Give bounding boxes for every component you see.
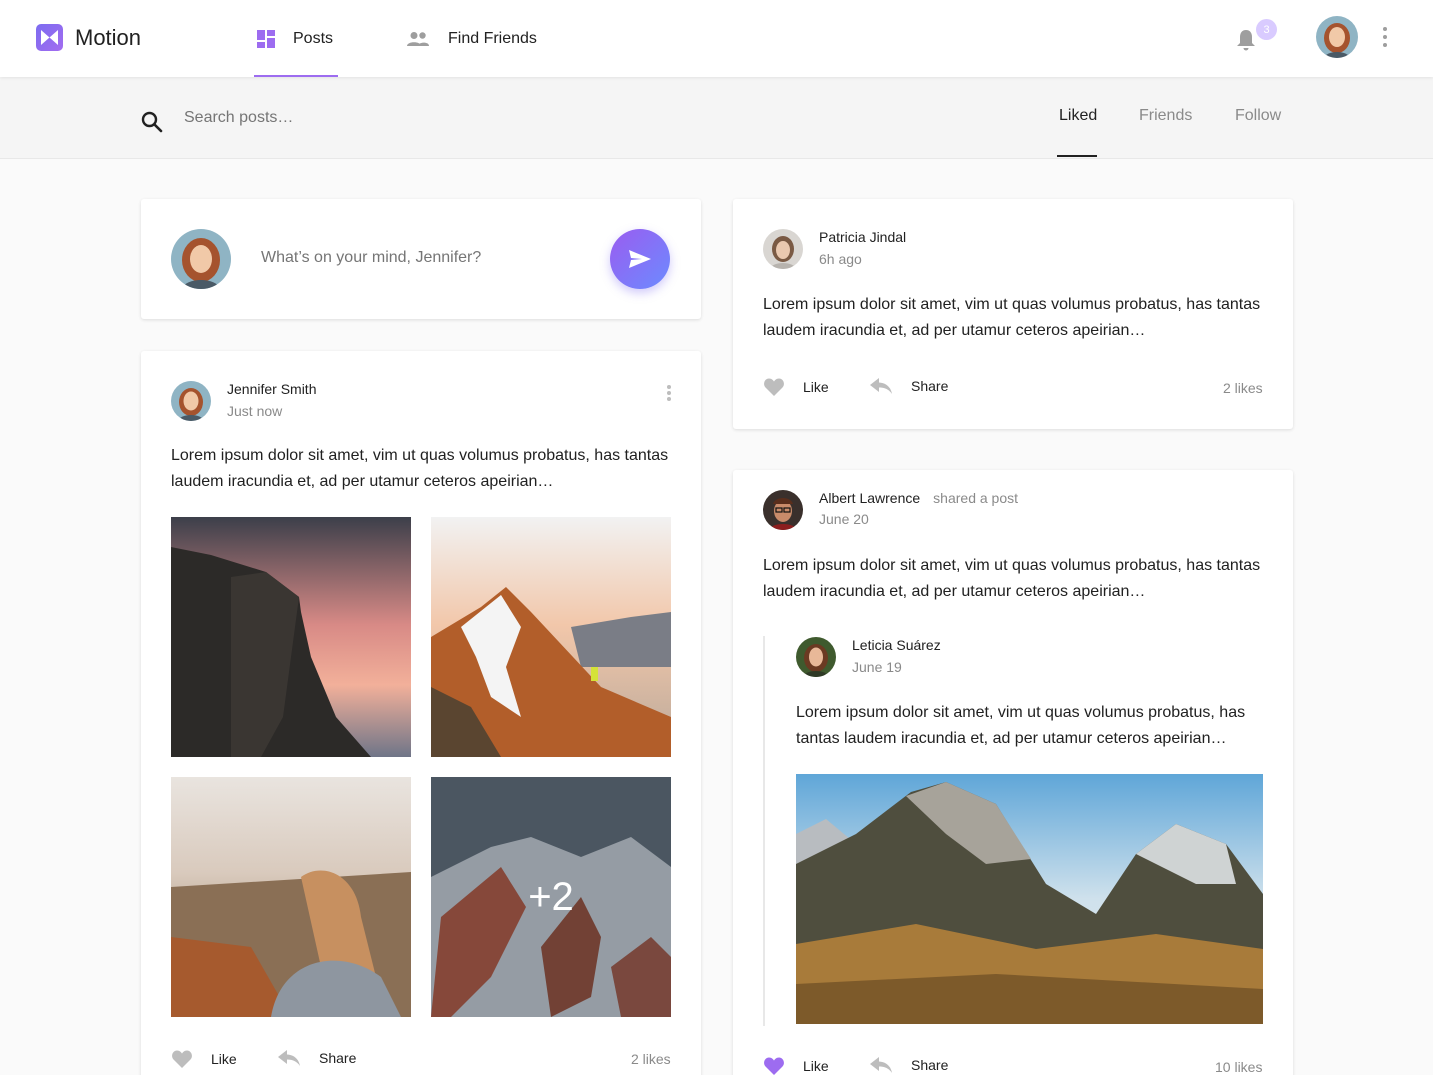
post-composer [141,199,701,319]
like-button[interactable]: Like [763,1056,829,1075]
tab-friends[interactable]: Friends [1139,107,1192,125]
dashboard-icon [257,29,275,48]
post-card: Jennifer Smith Just now Lorem ipsum dolo… [141,351,701,1075]
like-label: Like [211,1051,237,1067]
author-avatar[interactable] [763,490,803,530]
author-avatar[interactable] [171,381,211,421]
post-text: Lorem ipsum dolor sit amet, vim ut quas … [763,557,1261,600]
nav-posts-label: Posts [293,29,334,47]
shared-post-text: Lorem ipsum dolor sit amet, vim ut quas … [796,704,1246,747]
post-photo-hiker[interactable] [171,777,411,1017]
shared-post-timestamp: June 19 [852,659,902,675]
active-tab-indicator [1057,155,1097,157]
more-photos-count: +2 [431,777,671,1017]
tab-follow[interactable]: Follow [1235,107,1281,125]
shared-label: shared a post [933,490,1019,506]
share-label: Share [911,1057,949,1073]
share-button[interactable]: Share [869,1056,948,1074]
author-name[interactable]: Albert Lawrence [819,490,920,506]
shared-post-divider [763,636,765,1026]
heart-icon [763,377,785,397]
send-button[interactable] [610,229,670,289]
app-name: Motion [75,24,142,50]
likes-count: 2 likes [1223,380,1263,396]
post-timestamp: June 20 [819,511,869,527]
like-button[interactable]: Like [171,1049,237,1069]
post-timestamp: Just now [227,403,283,419]
app-logo[interactable]: Motion [36,24,141,51]
author-avatar[interactable] [763,229,803,269]
share-button[interactable]: Share [277,1049,356,1067]
post-photo-more[interactable]: +2 [431,777,671,1017]
nav-posts[interactable]: Posts [254,0,338,77]
notification-count-badge: 3 [1256,19,1277,40]
post-photo-ridge[interactable] [431,517,671,757]
post-card: Patricia Jindal 6h ago Lorem ipsum dolor… [733,199,1293,429]
post-timestamp: 6h ago [819,251,862,267]
user-avatar[interactable] [1316,16,1358,58]
heart-icon [171,1049,193,1069]
post-header: Patricia Jindal 6h ago [763,229,906,269]
send-icon [629,250,651,268]
composer-avatar [171,229,231,289]
composer-input[interactable] [261,249,591,267]
like-label: Like [803,379,829,395]
search-input[interactable] [184,109,584,127]
post-card: Albert Lawrence shared a post June 20 Lo… [733,470,1293,1075]
tab-liked[interactable]: Liked [1059,107,1097,125]
post-header: Jennifer Smith Just now [171,381,316,421]
likes-count: 10 likes [1215,1059,1263,1075]
notifications-bell-icon[interactable] [1236,28,1256,57]
search-icon [141,111,163,138]
post-text: Lorem ipsum dolor sit amet, vim ut quas … [763,296,1261,339]
top-app-bar: Motion Posts Find Friends 3 [0,0,1433,77]
like-button[interactable]: Like [763,377,829,397]
post-options-icon[interactable] [666,385,672,401]
author-name[interactable]: Patricia Jindal [819,229,906,245]
likes-count: 2 likes [631,1051,671,1067]
post-photo-cliff[interactable] [171,517,411,757]
share-label: Share [911,378,949,394]
like-label: Like [803,1058,829,1074]
shared-post-header: Leticia Suárez June 19 [796,637,941,677]
post-header: Albert Lawrence shared a post June 20 [763,490,1018,530]
post-text: Lorem ipsum dolor sit amet, vim ut quas … [171,447,669,490]
shared-post-photo-mountains[interactable] [796,774,1263,1024]
reply-icon [869,377,893,395]
reply-icon [277,1049,301,1067]
reply-icon [869,1056,893,1074]
shared-author-name[interactable]: Leticia Suárez [852,637,941,653]
more-options-icon[interactable] [1380,27,1390,47]
motion-logo-icon [36,24,63,51]
search-filter-bar: Liked Friends Follow [0,77,1433,159]
author-name[interactable]: Jennifer Smith [227,381,316,397]
shared-author-avatar[interactable] [796,637,836,677]
nav-find-friends-label: Find Friends [448,29,537,47]
heart-filled-icon [763,1056,785,1075]
share-label: Share [319,1050,357,1066]
people-icon [406,31,430,47]
nav-find-friends[interactable]: Find Friends [406,0,537,77]
share-button[interactable]: Share [869,377,948,395]
